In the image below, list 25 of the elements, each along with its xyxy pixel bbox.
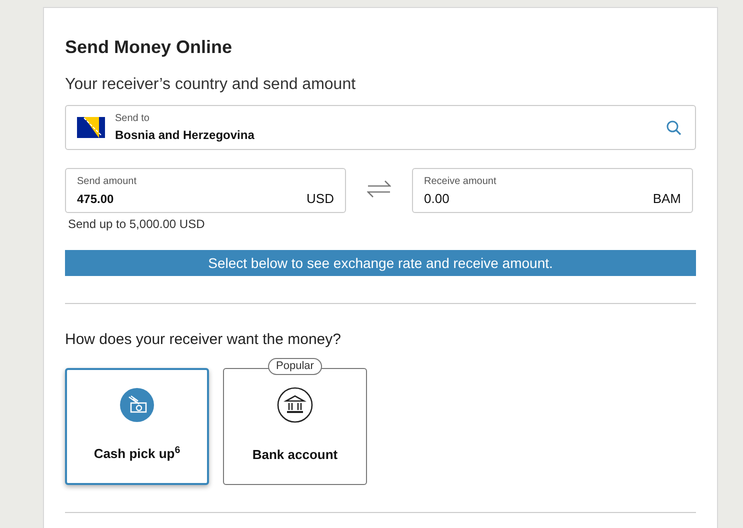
field-label: Receive amount	[424, 175, 498, 188]
bosnia-flag-icon	[77, 117, 105, 138]
currency-code: USD	[306, 191, 334, 207]
send-limit-hint: Send up to 5,000.00 USD	[68, 217, 206, 232]
receive-amount-value: 0.00	[424, 191, 450, 207]
section-subtitle: Your receiver’s country and send amount	[65, 75, 357, 95]
section-question: How does your receiver want the money?	[65, 330, 342, 350]
field-label: Send to	[115, 112, 150, 125]
option-label: Bank account	[252, 446, 338, 464]
info-banner: Select below to see exchange rate and receive amount.	[65, 250, 696, 276]
delivery-option-card[interactable]: Cash pick up$^{6}$	[65, 368, 209, 485]
search-icon[interactable]	[666, 120, 682, 136]
page-title: Send Money Online	[65, 36, 234, 58]
receive-amount-field[interactable]: Receive amount 0.00 BAM	[412, 168, 693, 213]
swap-arrows-icon	[367, 179, 391, 199]
send-amount-field[interactable]: Send amount 475.00 USD	[65, 168, 346, 213]
option-label: Cash pick up$^{6}$	[94, 444, 180, 463]
popular-badge: Popular	[268, 358, 322, 375]
currency-code: BAM	[652, 191, 681, 207]
bank-building-icon	[277, 387, 313, 423]
field-label: Send amount	[77, 175, 138, 188]
send-amount-value: 475.00	[77, 191, 114, 207]
country-value: Bosnia and Herzegovina	[115, 127, 254, 143]
country-field[interactable]: Send to Bosnia and Herzegovina	[65, 105, 696, 150]
cash-hand-icon	[120, 388, 154, 422]
